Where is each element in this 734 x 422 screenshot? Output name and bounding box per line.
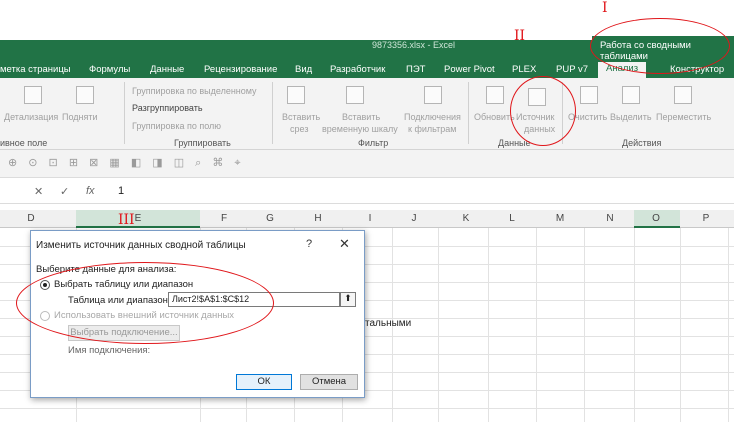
annotation-circle-context-tab (590, 18, 730, 74)
grid-line (0, 408, 734, 409)
clear-icon (580, 86, 598, 104)
column-header[interactable]: P (696, 213, 716, 224)
drill-down-button[interactable]: Детализация (4, 112, 58, 122)
column-header[interactable]: F (214, 213, 234, 224)
cancel-button[interactable]: Отмена (300, 374, 358, 390)
collapse-dialog-icon[interactable]: ⬆ (340, 292, 356, 307)
filter-group-label: Фильтр (358, 138, 389, 148)
annotation-label-1: I (602, 0, 608, 16)
insert-timeline-button[interactable]: Вставить (342, 112, 380, 122)
filter-connections-button[interactable]: Подключения (404, 112, 461, 122)
formula-bar (0, 180, 734, 204)
column-header[interactable]: M (550, 213, 570, 224)
column-header[interactable]: L (502, 213, 522, 224)
help-button[interactable]: ? (306, 238, 312, 250)
column-header[interactable]: N (600, 213, 620, 224)
refresh-button[interactable]: Обновить (474, 112, 515, 122)
insert-slicer-button[interactable]: Вставить (282, 112, 320, 122)
grid-line (488, 228, 489, 422)
tab-data[interactable]: Данные (150, 64, 184, 75)
cell-text[interactable]: стальными (360, 318, 411, 329)
tab-review[interactable]: Рецензирование (204, 64, 277, 75)
column-header[interactable]: J (404, 213, 424, 224)
tab-view[interactable]: Вид (295, 64, 312, 75)
quick-access-toolbar[interactable]: ⊕ ⊙ ⊡ ⊞ ⊠ ▦ ◧ ◨ ◫ ⌕ ⌘ ⌖ (0, 150, 734, 178)
connection-name-label: Имя подключения: (68, 345, 151, 356)
actions-group-label: Действия (622, 138, 662, 148)
drill-up-button[interactable]: Подняти (62, 112, 98, 122)
tab-plex[interactable]: PLEX (512, 64, 536, 75)
grid-line (438, 228, 439, 422)
cancel-icon[interactable]: ✕ (34, 185, 43, 198)
grid-line (584, 228, 585, 422)
formula-input[interactable]: 1 (118, 185, 124, 197)
insert-slicer-label-2: срез (290, 124, 309, 134)
annotation-label-2: II (514, 28, 526, 44)
separator (272, 82, 273, 144)
drill-down-icon (24, 86, 42, 104)
grid-line (680, 228, 681, 422)
enter-icon[interactable]: ✓ (60, 185, 69, 198)
grid-line (728, 228, 729, 422)
window-title: 9873356.xlsx - Excel (372, 40, 456, 50)
refresh-icon (486, 86, 504, 104)
annotation-label-3: III (118, 212, 135, 228)
group-field-button[interactable]: Группировка по полю (132, 121, 221, 131)
filter-connections-icon (424, 86, 442, 104)
annotation-circle-data-source (510, 76, 576, 146)
fx-icon[interactable]: fx (86, 185, 95, 197)
dialog-title: Изменить источник данных сводной таблицы (36, 240, 246, 251)
column-header[interactable]: O (646, 213, 666, 224)
tab-page-layout[interactable]: метка страницы (0, 64, 71, 75)
move-pivot-icon (674, 86, 692, 104)
close-icon[interactable]: ✕ (339, 236, 350, 252)
timeline-icon (346, 86, 364, 104)
tab-developer[interactable]: Разработчик (330, 64, 385, 75)
grid-line (634, 228, 635, 422)
slicer-icon (287, 86, 305, 104)
drill-up-icon (76, 86, 94, 104)
column-header[interactable]: K (456, 213, 476, 224)
column-header[interactable]: D (21, 213, 41, 224)
tab-pet[interactable]: ПЭТ (406, 64, 425, 75)
column-header[interactable]: I (360, 213, 380, 224)
group-selection-button[interactable]: Группировка по выделенному (132, 86, 257, 96)
ok-button[interactable]: ОК (236, 374, 292, 390)
column-header[interactable]: H (308, 213, 328, 224)
filter-connections-label-2: к фильтрам (408, 124, 457, 134)
insert-timeline-label-2: временную шкалу (322, 124, 398, 134)
ungroup-button[interactable]: Разгруппировать (132, 103, 203, 113)
annotation-circle-range (16, 262, 274, 344)
grouping-group-label: Группировать (174, 138, 231, 148)
column-header[interactable]: G (260, 213, 280, 224)
tab-formulas[interactable]: Формулы (89, 64, 130, 75)
separator (468, 82, 469, 144)
separator (124, 82, 125, 144)
tab-pup[interactable]: PUP v7 (556, 64, 588, 75)
select-icon (622, 86, 640, 104)
move-pivot-button[interactable]: Переместить (656, 112, 711, 122)
tab-power-pivot[interactable]: Power Pivot (444, 64, 495, 75)
active-field-group-label: ивное поле (0, 138, 48, 148)
grid-line (536, 228, 537, 422)
select-button[interactable]: Выделить (610, 112, 652, 122)
